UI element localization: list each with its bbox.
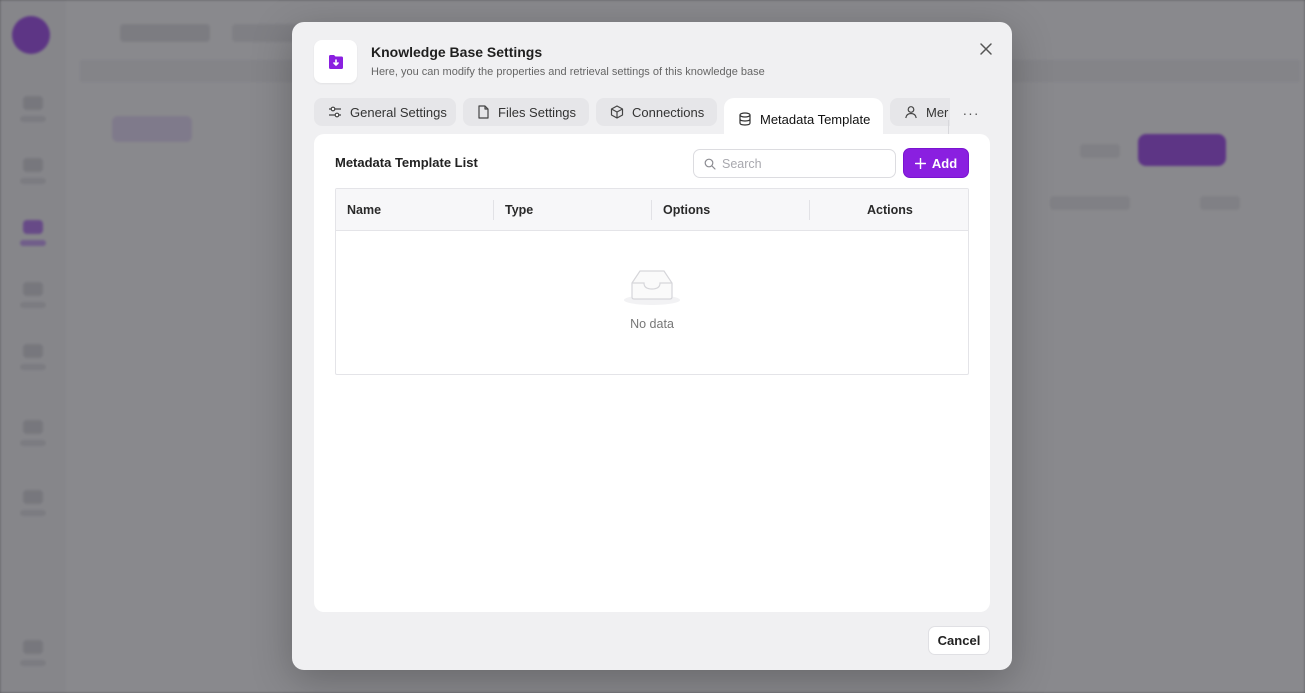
cancel-button[interactable]: Cancel xyxy=(928,626,990,655)
file-icon xyxy=(478,105,489,119)
dialog-header: Knowledge Base Settings Here, you can mo… xyxy=(314,40,990,84)
user-icon xyxy=(905,106,917,119)
tab-label: Files Settings xyxy=(498,104,577,120)
database-icon xyxy=(739,112,751,126)
dialog-subtitle: Here, you can modify the properties and … xyxy=(371,66,765,78)
metadata-template-panel: Metadata Template List Add Name Type Opt… xyxy=(314,134,990,612)
tab-members[interactable]: Mer xyxy=(890,98,950,126)
search-box xyxy=(693,149,896,178)
column-separator xyxy=(651,200,652,220)
tab-metadata-template[interactable]: Metadata Template xyxy=(724,98,883,134)
tab-label: Connections xyxy=(632,104,705,120)
tab-files-settings[interactable]: Files Settings xyxy=(463,98,589,126)
column-header-options[interactable]: Options xyxy=(663,189,710,231)
tab-label: Metadata Template xyxy=(760,111,871,127)
knowledge-base-icon xyxy=(314,40,357,83)
add-button[interactable]: Add xyxy=(903,148,969,178)
plus-icon xyxy=(914,157,926,169)
sliders-icon xyxy=(329,106,341,118)
close-button[interactable] xyxy=(975,38,997,60)
tab-connections[interactable]: Connections xyxy=(596,98,717,126)
empty-state: No data xyxy=(336,231,968,374)
column-header-type[interactable]: Type xyxy=(505,189,533,231)
knowledge-base-settings-dialog: Knowledge Base Settings Here, you can mo… xyxy=(292,22,1012,670)
column-header-actions[interactable]: Actions xyxy=(867,189,913,231)
column-separator xyxy=(809,200,810,220)
tab-label: General Settings xyxy=(350,104,447,120)
settings-tabs: General Settings Files Settings Connecti… xyxy=(314,98,950,134)
metadata-template-table: Name Type Options Actions No data xyxy=(335,188,969,375)
add-button-label: Add xyxy=(931,155,958,171)
table-header: Name Type Options Actions xyxy=(336,189,968,231)
tab-label: Mer xyxy=(926,104,949,120)
tab-divider xyxy=(948,120,949,134)
column-separator xyxy=(493,200,494,220)
panel-title: Metadata Template List xyxy=(335,155,478,170)
dialog-title: Knowledge Base Settings xyxy=(371,44,543,60)
empty-inbox-icon xyxy=(623,269,681,312)
tab-general-settings[interactable]: General Settings xyxy=(314,98,456,126)
empty-text: No data xyxy=(630,317,674,331)
close-icon xyxy=(980,43,992,55)
more-tabs-button[interactable]: ··· xyxy=(962,104,980,122)
search-icon xyxy=(704,158,716,170)
column-header-name[interactable]: Name xyxy=(347,189,381,231)
search-input[interactable] xyxy=(722,156,895,171)
cube-icon xyxy=(610,105,624,119)
